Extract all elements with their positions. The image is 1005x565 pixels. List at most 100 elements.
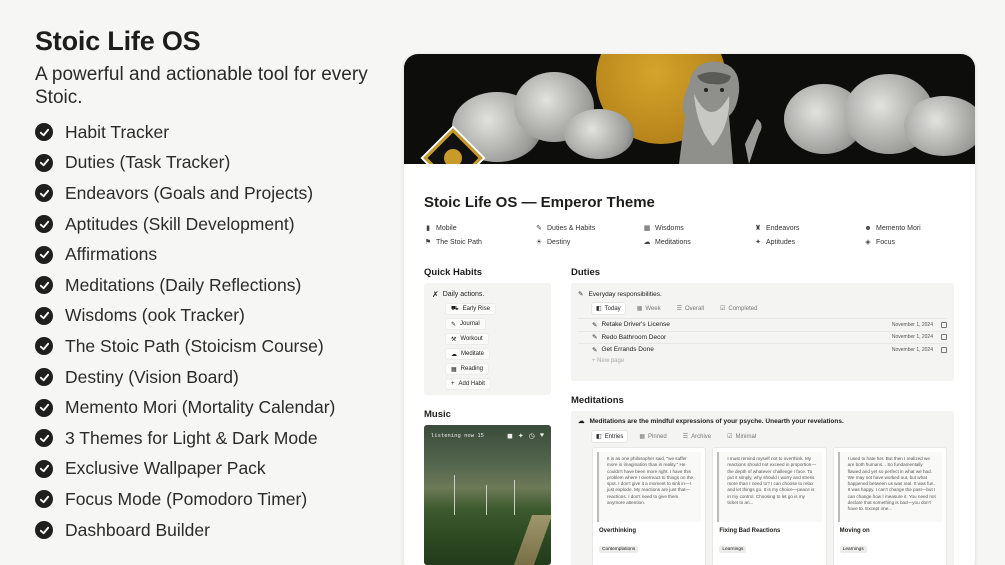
book-icon: ▦ [643, 225, 651, 232]
nav-link-mobile[interactable]: ▮ Mobile [424, 223, 535, 233]
feature-item: Wisdoms (ook Tracker) [35, 301, 395, 332]
habit-button[interactable]: ⛟ Early Rise [445, 303, 496, 315]
heart-icon[interactable]: ♥ [540, 432, 544, 440]
habit-label: Journal [460, 321, 480, 327]
habit-button[interactable]: ▦ Reading [445, 363, 490, 375]
tab-pinned[interactable]: ▦ Pinned [635, 431, 670, 442]
tab-label: Week [645, 305, 661, 312]
feature-item: Endeavors (Goals and Projects) [35, 178, 395, 209]
tab-label: Archive [691, 433, 712, 440]
habit-button[interactable]: ⚒ Workout [445, 333, 489, 345]
meditations-panel: ☁ Meditations are the mindful expression… [571, 411, 954, 565]
run-icon: ✗ [432, 290, 439, 299]
meditation-card[interactable]: I must remind myself not to overthink. M… [712, 447, 827, 565]
nav-link-meditations[interactable]: ☁ Meditations [643, 237, 754, 247]
skull-icon: ☻ [864, 224, 872, 232]
nav-link-wisdoms[interactable]: ▦ Wisdoms [643, 223, 754, 233]
nav-link-duties-habits[interactable]: ✎ Duties & Habits [535, 223, 643, 233]
clock-icon[interactable]: ◷ [529, 432, 535, 440]
task-name: Redo Bathroom Decor [601, 333, 667, 341]
now-playing-text: listening now 15 [431, 433, 484, 439]
task-row[interactable]: ✎ Redo Bathroom Decor November 1, 2024 [578, 330, 947, 344]
meditation-tag: Contemplations [599, 546, 639, 553]
tab-completed[interactable]: ☑ Completed [716, 303, 761, 314]
nav-label: Memento Mori [876, 224, 921, 232]
feature-label: Duties (Task Tracker) [65, 152, 231, 173]
tab-today[interactable]: ◧ Today [592, 303, 625, 314]
feature-item: Dashboard Builder [35, 515, 395, 546]
task-name: Get Errands Done [601, 346, 654, 354]
feature-item: Aptitudes (Skill Development) [35, 209, 395, 240]
nav-link-the-stoic-path[interactable]: ⚑ The Stoic Path [424, 237, 535, 247]
meditations-title: Meditations [571, 395, 624, 406]
tab-label: Minimal [735, 433, 757, 440]
skill-icon: ✦ [755, 239, 761, 246]
stoic-statue-illustration [679, 61, 762, 164]
nav-label: Duties & Habits [547, 224, 596, 232]
meditation-title: Overthinking [599, 528, 637, 534]
duties-tabs: ◧ Today ▦ Week ☰ Overall ☑ Completed [592, 303, 947, 314]
habit-button[interactable]: ☁ Meditate [445, 348, 491, 360]
tab-overall[interactable]: ☰ Overall [673, 303, 708, 314]
habit-label: Add Habit [458, 381, 485, 387]
feature-label: Focus Mode (Pomodoro Timer) [65, 488, 308, 509]
meditation-quote: It is as one philosopher said, "we suffe… [597, 452, 702, 522]
feature-label: 3 Themes for Light & Dark Mode [65, 427, 318, 448]
nav-link-endeavors[interactable]: ♜ Endeavors [754, 223, 864, 233]
nav-label: Endeavors [766, 224, 800, 232]
tab-entries[interactable]: ◧ Entries [592, 431, 628, 442]
feature-label: Memento Mori (Mortality Calendar) [65, 397, 336, 418]
habit-button[interactable]: ✎ Journal [445, 318, 486, 330]
tab-label: Completed [728, 305, 758, 312]
app-window: Stoic Life OS — Emperor Theme ▮ Mobile ✎ Du… [404, 54, 975, 565]
check-circle-icon [35, 184, 53, 203]
tab-week[interactable]: ▦ Week [633, 303, 665, 314]
check-circle-icon [35, 153, 53, 172]
feature-label: Aptitudes (Skill Development) [65, 213, 295, 234]
check-circle-icon [35, 368, 53, 387]
nav-link-focus[interactable]: ◈ Focus [864, 237, 964, 247]
cloud [904, 96, 975, 156]
tab-label: Entries [604, 433, 624, 440]
tab-icon: ▦ [636, 306, 643, 312]
check-circle-icon [35, 521, 53, 540]
twitter-icon[interactable]: ✦ [518, 432, 524, 440]
task-checkbox[interactable] [941, 321, 947, 328]
nav-link-destiny[interactable]: ☀ Destiny [535, 237, 643, 247]
tab-icon: ☑ [727, 434, 733, 440]
feature-item: Focus Mode (Pomodoro Timer) [35, 484, 395, 515]
quick-habits-title: Quick Habits [424, 267, 483, 278]
tab-minimal[interactable]: ☑ Minimal [723, 431, 760, 442]
check-circle-icon [35, 490, 53, 509]
task-checkbox[interactable] [941, 334, 947, 341]
tab-label: Overall [684, 305, 704, 312]
task-row[interactable]: ✎ Get Errands Done November 1, 2024 [578, 343, 947, 356]
music-player[interactable]: listening now 15 ◼ ✦ ◷ ♥ [424, 425, 551, 565]
feature-label: Affirmations [65, 244, 158, 265]
task-row[interactable]: ✎ Retake Driver's License November 1, 2024 [578, 318, 947, 331]
nav-link-aptitudes[interactable]: ✦ Aptitudes [754, 237, 864, 247]
nav-label: Destiny [547, 238, 571, 246]
facebook-icon[interactable]: ◼ [507, 432, 513, 440]
habit-label: Reading [460, 366, 484, 372]
feature-item: Destiny (Vision Board) [35, 362, 395, 393]
task-checkbox[interactable] [941, 346, 947, 353]
nav-link-memento-mori[interactable]: ☻ Memento Mori [864, 223, 964, 233]
meditation-tag: Learnings [839, 546, 867, 553]
tab-icon: ◧ [596, 306, 602, 312]
meditation-title: Moving on [839, 528, 870, 534]
tab-label: Today [604, 305, 621, 312]
meditation-tag: Learnings [719, 546, 747, 553]
cloud [564, 109, 634, 159]
check-circle-icon [35, 337, 53, 356]
meditation-card[interactable]: I used to hate her. But then I realized … [832, 447, 947, 565]
meditation-card[interactable]: It is as one philosopher said, "we suffe… [592, 447, 707, 565]
tab-archive[interactable]: ☰ Archive [679, 431, 715, 442]
add-habit-button[interactable]: + Add Habit [445, 378, 491, 390]
habit-icon: ⛟ [451, 306, 459, 312]
promo-panel: Stoic Life OS A powerful and actionable … [35, 26, 395, 545]
feature-label: Dashboard Builder [65, 519, 210, 540]
quick-habits-panel: ✗ Daily actions. ⛟ Early Rise ✎ Journal ⚒ Wor… [424, 283, 551, 395]
nav-label: Wisdoms [655, 224, 684, 232]
new-page-button[interactable]: + New page [578, 358, 947, 364]
